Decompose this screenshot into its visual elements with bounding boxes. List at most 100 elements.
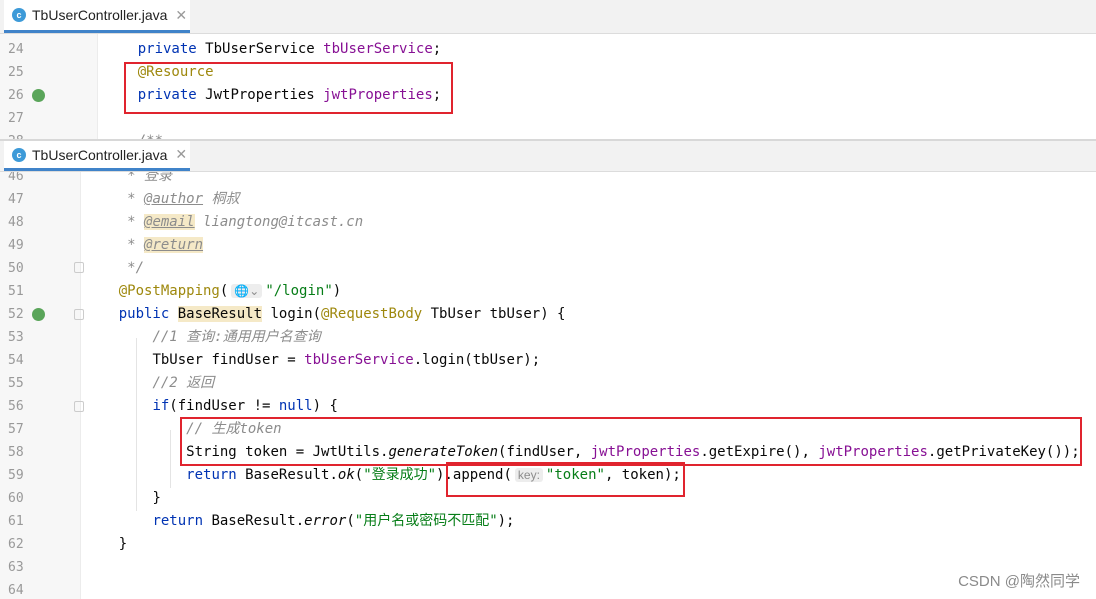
- code-text: */: [85, 257, 144, 280]
- code-token: "/login": [265, 283, 333, 299]
- code-line[interactable]: 56 if(findUser != null) {: [0, 395, 1096, 418]
- code-token: @RequestBody: [321, 306, 431, 322]
- code-line[interactable]: 55 //2 返回: [0, 372, 1096, 395]
- bean-gutter-icon[interactable]: [32, 89, 45, 102]
- code-token: error: [304, 513, 347, 529]
- code-text: TbUser findUser = tbUserService.login(tb…: [85, 349, 540, 372]
- line-number: 46: [8, 172, 24, 184]
- code-text: }: [85, 533, 127, 556]
- code-text: * 登录: [85, 172, 172, 188]
- code-text: //1 查询:通用用户名查询: [85, 326, 320, 349]
- code-token: private: [137, 41, 206, 57]
- code-token: ) {: [312, 398, 338, 414]
- line-number: 53: [8, 330, 24, 345]
- code-text: * @email liangtong@itcast.cn: [85, 211, 363, 234]
- fold-icon[interactable]: [74, 309, 84, 320]
- fold-icon[interactable]: [74, 401, 84, 412]
- line-number: 61: [8, 514, 24, 529]
- code-line[interactable]: 28 /**: [0, 130, 1096, 139]
- code-token: (findUser !=: [169, 398, 279, 414]
- code-token: return: [152, 513, 212, 529]
- code-token: BaseResult.: [245, 467, 338, 483]
- code-token: BaseResult.: [211, 513, 305, 529]
- code-token: TbUser tbUser) {: [430, 306, 566, 322]
- code-token: *: [127, 237, 145, 253]
- code-line[interactable]: 61 return BaseResult.error("用户名或密码不匹配");: [0, 510, 1096, 533]
- line-number: 24: [8, 42, 24, 57]
- tab-label: TbUserController.java: [32, 146, 168, 163]
- code-text: * @author 桐叔: [85, 188, 239, 211]
- code-token: null: [278, 398, 313, 414]
- line-number: 58: [8, 445, 24, 460]
- code-line[interactable]: 48 * @email liangtong@itcast.cn: [0, 211, 1096, 234]
- code-token: ;: [432, 41, 442, 57]
- code-line[interactable]: 54 TbUser findUser = tbUserService.login…: [0, 349, 1096, 372]
- line-number: 64: [8, 583, 24, 598]
- code-token: "用户名或密码不匹配": [354, 513, 498, 529]
- code-line[interactable]: 52 public BaseResult login(@RequestBody …: [0, 303, 1096, 326]
- code-token: ): [332, 283, 342, 299]
- code-text: /**: [104, 130, 163, 139]
- fold-icon[interactable]: [74, 262, 84, 273]
- code-line[interactable]: 46 * 登录: [0, 172, 1096, 188]
- code-text: private TbUserService tbUserService;: [104, 38, 441, 61]
- code-line[interactable]: 51 @PostMapping(🌐⌄ "/login"): [0, 280, 1096, 303]
- line-number: 27: [8, 111, 24, 126]
- code-text: @PostMapping(🌐⌄ "/login"): [85, 280, 341, 303]
- code-token: if: [152, 398, 170, 414]
- code-line[interactable]: 64: [0, 579, 1096, 599]
- line-number: 25: [8, 65, 24, 80]
- code-line[interactable]: 24 private TbUserService tbUserService;: [0, 38, 1096, 61]
- bottom-editor[interactable]: 46 * 登录 47 * @author 桐叔 48 * @email liangt…: [0, 172, 1096, 599]
- web-endpoint-gutter-icon[interactable]: [32, 308, 45, 321]
- code-text: }: [85, 487, 160, 510]
- code-text: if(findUser != null) {: [85, 395, 338, 418]
- highlight-box-generate-token: [180, 417, 1082, 466]
- line-number: 28: [8, 130, 24, 139]
- code-line[interactable]: 47 * @author 桐叔: [0, 188, 1096, 211]
- code-token: *: [127, 191, 145, 207]
- code-token: }: [118, 536, 128, 552]
- code-token: login(: [262, 306, 322, 322]
- code-token: *: [127, 214, 145, 230]
- code-token: @PostMapping: [118, 283, 220, 299]
- code-line[interactable]: 62 }: [0, 533, 1096, 556]
- code-token: ok: [337, 467, 355, 483]
- code-text: public BaseResult login(@RequestBody TbU…: [85, 303, 565, 326]
- code-line[interactable]: 50 */: [0, 257, 1096, 280]
- code-token: BaseResult: [177, 306, 263, 322]
- code-token: (: [219, 283, 229, 299]
- code-token: (: [346, 513, 355, 529]
- close-icon[interactable]: ✕: [175, 146, 187, 163]
- c-class-icon: c: [12, 8, 26, 22]
- close-icon[interactable]: ✕: [175, 7, 187, 24]
- line-number: 52: [8, 307, 24, 322]
- code-line[interactable]: 63: [0, 556, 1096, 579]
- tab-tbusercontroller-top[interactable]: c TbUserController.java ✕: [4, 0, 190, 33]
- tab-tbusercontroller-bottom[interactable]: c TbUserController.java ✕: [4, 141, 190, 171]
- code-line[interactable]: 49 * @return: [0, 234, 1096, 257]
- top-tab-bar: c TbUserController.java ✕: [0, 0, 1096, 34]
- code-token: @author: [144, 191, 204, 207]
- inlay-hint: 🌐⌄: [231, 284, 263, 298]
- code-token: .login(tbUser);: [413, 352, 541, 368]
- code-token: //2 返回: [152, 375, 215, 391]
- code-line[interactable]: 53 //1 查询:通用用户名查询: [0, 326, 1096, 349]
- code-token: "登录成功": [363, 467, 437, 483]
- code-token: );: [497, 513, 515, 529]
- line-number: 57: [8, 422, 24, 437]
